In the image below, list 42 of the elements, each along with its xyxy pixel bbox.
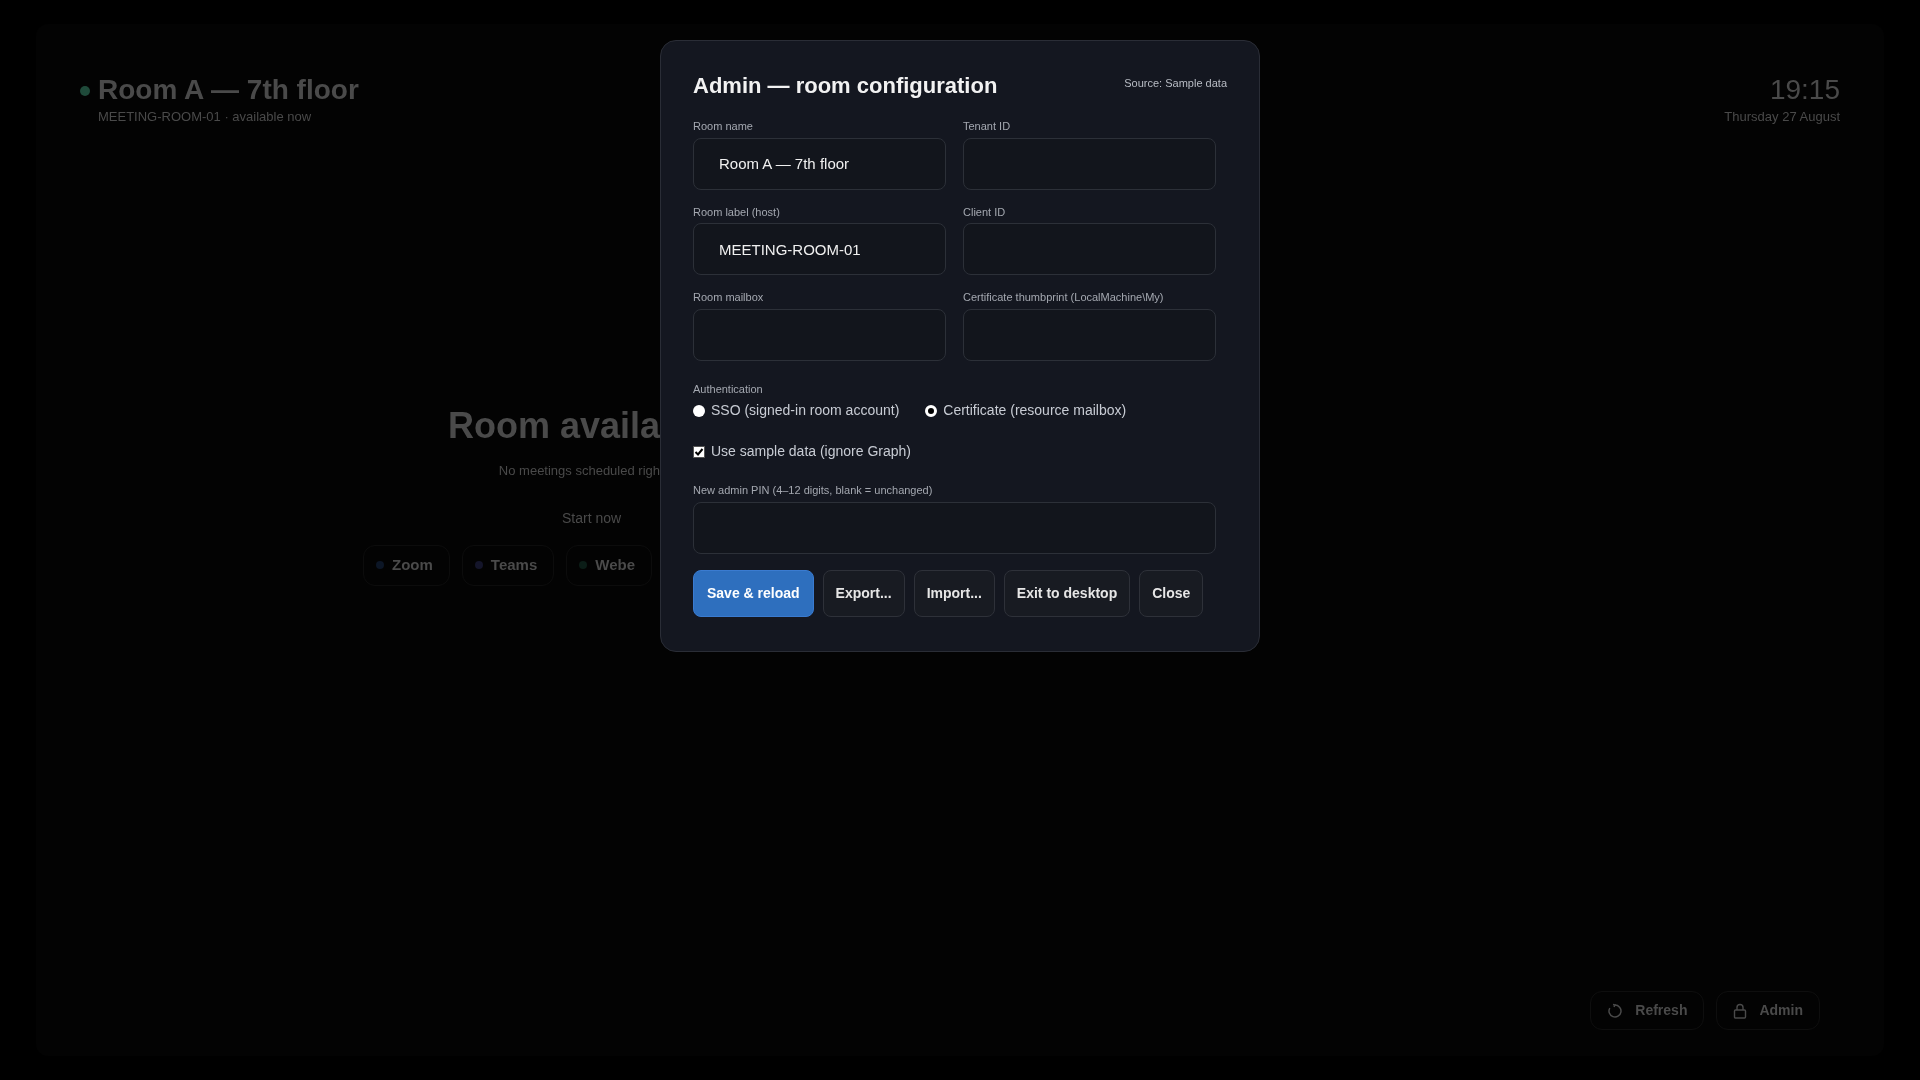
clock: 19:15 — [1769, 73, 1840, 107]
status-text: No meetings scheduled righ — [498, 461, 660, 480]
platform-label: Webe — [595, 555, 635, 575]
field-label: Room label (host) — [693, 204, 781, 220]
lock-icon — [1733, 1002, 1748, 1019]
footer-button-label: Refresh — [1635, 1001, 1688, 1020]
input-field[interactable] — [963, 223, 1216, 275]
dialog-button[interactable]: Import... — [913, 569, 995, 617]
status-heading: Room availa — [447, 403, 660, 448]
footer-button-label: Admin — [1759, 1001, 1803, 1020]
input-field[interactable] — [963, 137, 1216, 190]
authentication-label: Authentication — [693, 381, 764, 397]
room-title: Room A — 7th floor — [98, 73, 359, 107]
radio-button[interactable] — [925, 404, 938, 417]
input-field[interactable]: MEETING-ROOM-01 — [693, 223, 946, 275]
field-label: Room name — [693, 119, 754, 134]
checkbox[interactable] — [693, 445, 705, 458]
dialog-button[interactable]: Save & reload — [693, 569, 814, 617]
radio-label: Certificate (resource mailbox) — [943, 401, 1127, 420]
input-field[interactable] — [693, 308, 946, 361]
pin-input-field[interactable] — [693, 501, 1216, 554]
radio-label: SSO (signed-in room account) — [711, 401, 900, 420]
field-label: Certificate thumbprint (LocalMachine\My) — [963, 290, 1165, 305]
checkmark-icon — [694, 446, 704, 457]
platform-label: Zoom — [392, 555, 433, 575]
input-field[interactable] — [963, 308, 1216, 361]
refresh-icon — [1607, 1002, 1624, 1019]
dialog-title: Admin — room configuration — [693, 72, 998, 100]
date: Thursday 27 August — [1724, 108, 1840, 126]
radio-button[interactable] — [693, 404, 705, 417]
checkbox-label: Use sample data (ignore Graph) — [711, 442, 911, 461]
field-label: Tenant ID — [963, 119, 1012, 134]
input-field[interactable]: Room A — 7th floor — [693, 137, 946, 190]
field-label: Room mailbox — [693, 290, 765, 305]
dialog-button[interactable]: Close — [1139, 569, 1204, 617]
platform-label: Teams — [490, 555, 538, 575]
source-label: Source: Sample data — [1124, 76, 1227, 91]
pin-label: New admin PIN (4–12 digits, blank = unchanged) — [693, 483, 934, 498]
dialog-button[interactable]: Export... — [822, 569, 905, 617]
dialog-button[interactable]: Exit to desktop — [1003, 569, 1131, 617]
field-label: Client ID — [963, 204, 1007, 220]
room-subtitle: MEETING-ROOM-01 · available now — [98, 108, 313, 126]
